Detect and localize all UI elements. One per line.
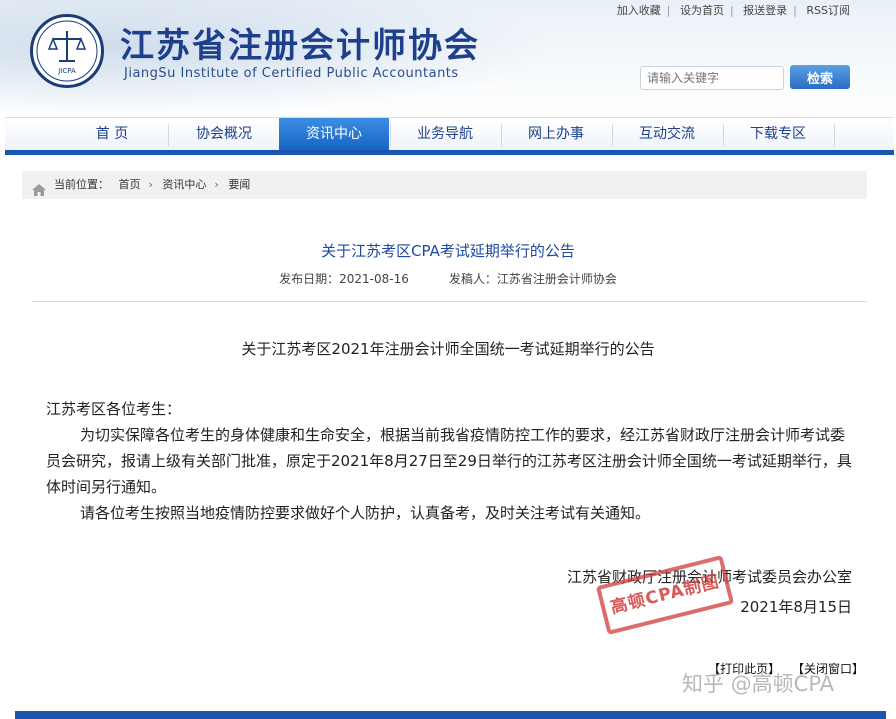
home-icon bbox=[32, 179, 46, 207]
set-homepage-link[interactable]: 设为首页 bbox=[680, 4, 724, 17]
author-label: 发稿人： bbox=[448, 272, 497, 286]
login-link[interactable]: 报送登录 bbox=[743, 4, 787, 17]
add-favorite-link[interactable]: 加入收藏 bbox=[617, 4, 661, 17]
scales-icon: JICPA bbox=[36, 20, 98, 82]
logo-text: JICPA bbox=[57, 67, 76, 75]
document-heading: 关于江苏考区2021年注册会计师全国统一考试延期举行的公告 bbox=[241, 340, 655, 358]
top-links: 加入收藏 | 设为首页 | 报送登录 | RSS订阅 bbox=[617, 2, 850, 18]
separator: | bbox=[793, 4, 797, 17]
breadcrumb-home[interactable]: 首页 bbox=[119, 178, 141, 191]
nav-item-interact[interactable]: 互动交流 bbox=[612, 118, 722, 152]
site-subtitle: JiangSu Institute of Certified Public Ac… bbox=[124, 66, 459, 81]
divider bbox=[32, 301, 867, 302]
site-header: JICPA 江苏省注册会计师协会 JiangSu Institute of Ce… bbox=[0, 0, 896, 118]
breadcrumb-news[interactable]: 资讯中心 bbox=[162, 178, 206, 191]
nav-item-home[interactable]: 首 页 bbox=[57, 118, 167, 152]
nav-divider bbox=[834, 124, 835, 146]
bottom-bar bbox=[15, 711, 886, 719]
nav-item-online[interactable]: 网上办事 bbox=[501, 118, 611, 152]
article-body: 江苏考区各位考生： 为切实保障各位考生的身体健康和生命安全，根据当前我省疫情防控… bbox=[46, 396, 856, 526]
nav-item-download[interactable]: 下载专区 bbox=[723, 118, 833, 152]
chevron-right-icon: › bbox=[148, 178, 153, 191]
separator: | bbox=[729, 4, 734, 17]
salutation: 江苏考区各位考生： bbox=[46, 400, 182, 418]
search-input[interactable] bbox=[640, 66, 784, 90]
search-button[interactable]: 检索 bbox=[790, 65, 850, 89]
nav-item-news[interactable]: 资讯中心 bbox=[279, 118, 389, 152]
nav-item-about[interactable]: 协会概况 bbox=[169, 118, 279, 152]
publish-date: 2021-08-16 bbox=[339, 272, 409, 286]
paragraph: 为切实保障各位考生的身体健康和生命安全，根据当前我省疫情防控工作的要求，经江苏省… bbox=[46, 426, 852, 496]
paragraph: 请各位考生按照当地疫情防控要求做好个人防护，认真备考，及时关注考试有关通知。 bbox=[80, 504, 651, 522]
main-nav: 首 页 协会概况 资讯中心 业务导航 网上办事 互动交流 下载专区 bbox=[5, 117, 894, 152]
nav-underline-bar bbox=[5, 150, 894, 155]
breadcrumb-headlines[interactable]: 要闻 bbox=[228, 178, 250, 191]
rss-link[interactable]: RSS订阅 bbox=[806, 4, 850, 17]
article-title: 关于江苏考区CPA考试延期举行的公告 bbox=[321, 242, 575, 260]
nav-item-business[interactable]: 业务导航 bbox=[390, 118, 500, 152]
breadcrumb: 当前位置： 首页 › 资讯中心 › 要闻 bbox=[22, 171, 867, 199]
publish-label: 发布日期： bbox=[279, 272, 340, 286]
chevron-right-icon: › bbox=[214, 178, 219, 191]
zhihu-watermark: 知乎 @高顿CPA bbox=[682, 672, 835, 696]
site-title: 江苏省注册会计师协会 bbox=[120, 26, 480, 66]
author: 江苏省注册会计师协会 bbox=[496, 272, 617, 286]
article-meta: 发布日期：2021-08-16 发稿人：江苏省注册会计师协会 bbox=[0, 270, 896, 287]
separator: | bbox=[666, 4, 671, 17]
jicpa-logo[interactable]: JICPA bbox=[30, 14, 104, 88]
breadcrumb-label: 当前位置： bbox=[54, 178, 109, 191]
